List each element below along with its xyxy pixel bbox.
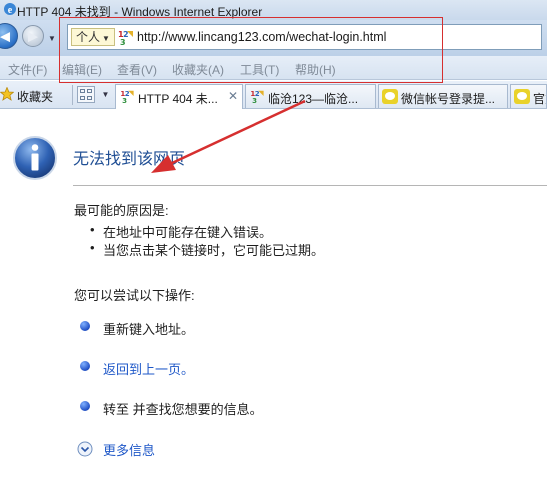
divider [73,185,547,186]
list-bullet: • [90,222,95,237]
quick-tabs-icon-part [87,89,92,93]
page-title: 无法找到该网页 [73,151,186,168]
quick-tabs-icon-part [87,96,92,100]
list-bullet: • [90,240,95,255]
recent-pages-dropdown-icon[interactable]: ▼ [48,34,56,43]
action-go-to-home: 转至 并查找您想要的信息。 [103,402,263,417]
info-icon [13,136,57,180]
forward-button[interactable]: ▶ [22,25,44,47]
tab-wechat-login[interactable]: 微信帐号登录提... [378,84,508,108]
back-arrow-icon: ◀ [0,28,10,44]
bullet-icon [80,401,90,411]
reason-item: 在地址中可能存在键入错误。 [103,225,273,240]
bullet-icon [80,361,90,371]
svg-text:3: 3 [252,96,257,104]
reasons-heading: 最可能的原因是: [74,203,169,218]
tab-label: 官方 [533,92,546,106]
favorites-star-icon [0,87,14,101]
tab-list-dropdown-icon[interactable]: ▼ [99,86,112,103]
wechat-favicon-icon [514,89,530,104]
go-back-link[interactable]: 返回到上一页。 [103,359,194,378]
action-retype-address: 重新键入地址。 [103,322,195,337]
tab-official[interactable]: 官方 [510,84,547,108]
quick-tabs-button[interactable] [77,86,95,103]
wechat-favicon-icon [382,89,398,104]
site-favicon-icon: 1 2 3 [120,89,134,104]
menu-file[interactable]: 文件(F) [8,61,47,78]
tab-label: 临沧123—临沧... [268,92,359,106]
tab-http-404[interactable]: 1 2 3 HTTP 404 未... ✕ [115,84,243,109]
tab-label: 微信帐号登录提... [401,92,496,106]
back-button[interactable]: ◀ [0,23,18,49]
annotation-highlight-box [59,17,443,83]
forward-arrow-icon: ▶ [28,28,38,44]
svg-text:e: e [8,5,13,16]
tab-label: HTTP 404 未... [138,92,218,106]
favorites-button[interactable]: 收藏夹 [17,88,53,105]
tab-lincang123[interactable]: 1 2 3 临沧123—临沧... [245,84,376,108]
site-favicon-icon: 1 2 3 [250,89,264,104]
quick-tabs-icon [80,89,85,93]
separator [72,85,73,105]
ie-logo-icon: e [4,3,16,16]
close-tab-icon[interactable]: ✕ [228,89,238,103]
quick-tabs-icon-part [80,96,85,100]
favorites-tab-bar: 收藏夹 ▼ 1 2 3 HTTP 404 未... ✕ 1 2 3 临沧123—… [0,81,547,109]
try-heading: 您可以尝试以下操作: [74,288,195,303]
more-info-link[interactable]: 更多信息 [103,440,155,459]
svg-text:3: 3 [122,96,127,104]
reason-item: 当您点击某个链接时，它可能已过期。 [103,243,325,258]
expand-chevron-icon[interactable] [77,441,93,457]
bullet-icon [80,321,90,331]
